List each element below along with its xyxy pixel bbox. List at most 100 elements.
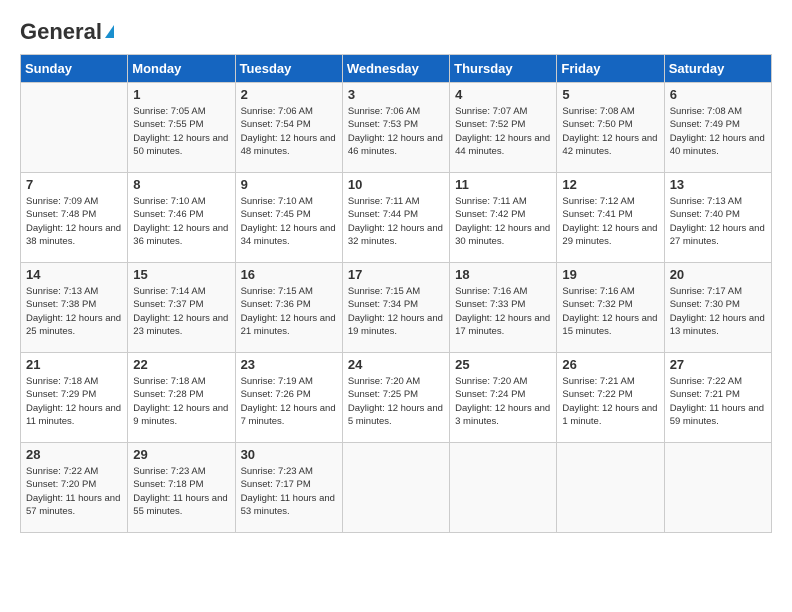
day-info: Sunrise: 7:13 AMSunset: 7:40 PMDaylight:…	[670, 195, 766, 248]
day-number: 6	[670, 87, 766, 102]
day-info: Sunrise: 7:21 AMSunset: 7:22 PMDaylight:…	[562, 375, 658, 428]
calendar-cell: 30 Sunrise: 7:23 AMSunset: 7:17 PMDayligh…	[235, 443, 342, 533]
day-info: Sunrise: 7:23 AMSunset: 7:17 PMDaylight:…	[241, 465, 337, 518]
calendar-cell: 25 Sunrise: 7:20 AMSunset: 7:24 PMDayligh…	[450, 353, 557, 443]
calendar-cell: 5 Sunrise: 7:08 AMSunset: 7:50 PMDaylight…	[557, 83, 664, 173]
day-info: Sunrise: 7:18 AMSunset: 7:29 PMDaylight:…	[26, 375, 122, 428]
calendar-cell: 16 Sunrise: 7:15 AMSunset: 7:36 PMDayligh…	[235, 263, 342, 353]
day-info: Sunrise: 7:06 AMSunset: 7:53 PMDaylight:…	[348, 105, 444, 158]
calendar-cell: 10 Sunrise: 7:11 AMSunset: 7:44 PMDayligh…	[342, 173, 449, 263]
day-info: Sunrise: 7:18 AMSunset: 7:28 PMDaylight:…	[133, 375, 229, 428]
day-info: Sunrise: 7:16 AMSunset: 7:33 PMDaylight:…	[455, 285, 551, 338]
day-info: Sunrise: 7:08 AMSunset: 7:50 PMDaylight:…	[562, 105, 658, 158]
header-day-monday: Monday	[128, 55, 235, 83]
day-info: Sunrise: 7:15 AMSunset: 7:34 PMDaylight:…	[348, 285, 444, 338]
logo: General	[20, 20, 114, 44]
day-info: Sunrise: 7:14 AMSunset: 7:37 PMDaylight:…	[133, 285, 229, 338]
day-number: 23	[241, 357, 337, 372]
calendar-cell: 6Sunrise: 7:08 AMSunset: 7:49 PMDaylight…	[664, 83, 771, 173]
day-number: 26	[562, 357, 658, 372]
calendar-cell: 12Sunrise: 7:12 AMSunset: 7:41 PMDayligh…	[557, 173, 664, 263]
day-number: 14	[26, 267, 122, 282]
calendar-cell: 13 Sunrise: 7:13 AMSunset: 7:40 PMDayligh…	[664, 173, 771, 263]
calendar-cell: 11 Sunrise: 7:11 AMSunset: 7:42 PMDayligh…	[450, 173, 557, 263]
day-number: 7	[26, 177, 122, 192]
day-number: 11	[455, 177, 551, 192]
calendar-cell: 23 Sunrise: 7:19 AMSunset: 7:26 PMDayligh…	[235, 353, 342, 443]
calendar-cell: 8 Sunrise: 7:10 AMSunset: 7:46 PMDaylight…	[128, 173, 235, 263]
calendar-cell: 9Sunrise: 7:10 AMSunset: 7:45 PMDaylight…	[235, 173, 342, 263]
day-info: Sunrise: 7:10 AMSunset: 7:46 PMDaylight:…	[133, 195, 229, 248]
day-info: Sunrise: 7:07 AMSunset: 7:52 PMDaylight:…	[455, 105, 551, 158]
day-info: Sunrise: 7:15 AMSunset: 7:36 PMDaylight:…	[241, 285, 337, 338]
calendar-cell: 3 Sunrise: 7:06 AMSunset: 7:53 PMDaylight…	[342, 83, 449, 173]
calendar-cell	[21, 83, 128, 173]
week-row: 28 Sunrise: 7:22 AMSunset: 7:20 PMDayligh…	[21, 443, 772, 533]
page-header: General	[20, 20, 772, 44]
calendar-cell: 21 Sunrise: 7:18 AMSunset: 7:29 PMDayligh…	[21, 353, 128, 443]
calendar-cell: 28 Sunrise: 7:22 AMSunset: 7:20 PMDayligh…	[21, 443, 128, 533]
day-number: 16	[241, 267, 337, 282]
day-info: Sunrise: 7:13 AMSunset: 7:38 PMDaylight:…	[26, 285, 122, 338]
day-number: 21	[26, 357, 122, 372]
calendar-cell: 15 Sunrise: 7:14 AMSunset: 7:37 PMDayligh…	[128, 263, 235, 353]
day-info: Sunrise: 7:17 AMSunset: 7:30 PMDaylight:…	[670, 285, 766, 338]
calendar-cell	[557, 443, 664, 533]
day-number: 24	[348, 357, 444, 372]
day-number: 28	[26, 447, 122, 462]
day-info: Sunrise: 7:11 AMSunset: 7:42 PMDaylight:…	[455, 195, 551, 248]
calendar-cell	[664, 443, 771, 533]
logo-icon	[105, 25, 114, 38]
calendar-cell: 27 Sunrise: 7:22 AMSunset: 7:21 PMDayligh…	[664, 353, 771, 443]
day-number: 8	[133, 177, 229, 192]
header-day-friday: Friday	[557, 55, 664, 83]
calendar-cell	[450, 443, 557, 533]
calendar-header: SundayMondayTuesdayWednesdayThursdayFrid…	[21, 55, 772, 83]
day-info: Sunrise: 7:05 AMSunset: 7:55 PMDaylight:…	[133, 105, 229, 158]
day-number: 2	[241, 87, 337, 102]
calendar-cell: 19 Sunrise: 7:16 AMSunset: 7:32 PMDayligh…	[557, 263, 664, 353]
header-day-sunday: Sunday	[21, 55, 128, 83]
day-number: 12	[562, 177, 658, 192]
day-info: Sunrise: 7:22 AMSunset: 7:21 PMDaylight:…	[670, 375, 766, 428]
calendar-cell: 4 Sunrise: 7:07 AMSunset: 7:52 PMDaylight…	[450, 83, 557, 173]
day-info: Sunrise: 7:09 AMSunset: 7:48 PMDaylight:…	[26, 195, 122, 248]
logo-text-general: General	[20, 20, 102, 44]
day-number: 5	[562, 87, 658, 102]
calendar-cell: 2 Sunrise: 7:06 AMSunset: 7:54 PMDaylight…	[235, 83, 342, 173]
day-number: 17	[348, 267, 444, 282]
day-number: 20	[670, 267, 766, 282]
day-number: 15	[133, 267, 229, 282]
day-number: 30	[241, 447, 337, 462]
header-day-thursday: Thursday	[450, 55, 557, 83]
calendar-cell: 18 Sunrise: 7:16 AMSunset: 7:33 PMDayligh…	[450, 263, 557, 353]
header-day-saturday: Saturday	[664, 55, 771, 83]
day-info: Sunrise: 7:16 AMSunset: 7:32 PMDaylight:…	[562, 285, 658, 338]
day-number: 13	[670, 177, 766, 192]
day-info: Sunrise: 7:19 AMSunset: 7:26 PMDaylight:…	[241, 375, 337, 428]
day-number: 29	[133, 447, 229, 462]
day-info: Sunrise: 7:11 AMSunset: 7:44 PMDaylight:…	[348, 195, 444, 248]
day-number: 9	[241, 177, 337, 192]
day-number: 10	[348, 177, 444, 192]
day-info: Sunrise: 7:06 AMSunset: 7:54 PMDaylight:…	[241, 105, 337, 158]
header-day-tuesday: Tuesday	[235, 55, 342, 83]
day-info: Sunrise: 7:20 AMSunset: 7:24 PMDaylight:…	[455, 375, 551, 428]
calendar-cell: 14 Sunrise: 7:13 AMSunset: 7:38 PMDayligh…	[21, 263, 128, 353]
day-number: 3	[348, 87, 444, 102]
day-number: 18	[455, 267, 551, 282]
calendar-cell: 20 Sunrise: 7:17 AMSunset: 7:30 PMDayligh…	[664, 263, 771, 353]
day-number: 22	[133, 357, 229, 372]
day-number: 25	[455, 357, 551, 372]
calendar-table: SundayMondayTuesdayWednesdayThursdayFrid…	[20, 54, 772, 533]
day-info: Sunrise: 7:20 AMSunset: 7:25 PMDaylight:…	[348, 375, 444, 428]
day-number: 1	[133, 87, 229, 102]
day-number: 4	[455, 87, 551, 102]
calendar-cell	[342, 443, 449, 533]
day-number: 19	[562, 267, 658, 282]
header-day-wednesday: Wednesday	[342, 55, 449, 83]
week-row: 1 Sunrise: 7:05 AMSunset: 7:55 PMDaylight…	[21, 83, 772, 173]
day-number: 27	[670, 357, 766, 372]
header-row: SundayMondayTuesdayWednesdayThursdayFrid…	[21, 55, 772, 83]
day-info: Sunrise: 7:22 AMSunset: 7:20 PMDaylight:…	[26, 465, 122, 518]
